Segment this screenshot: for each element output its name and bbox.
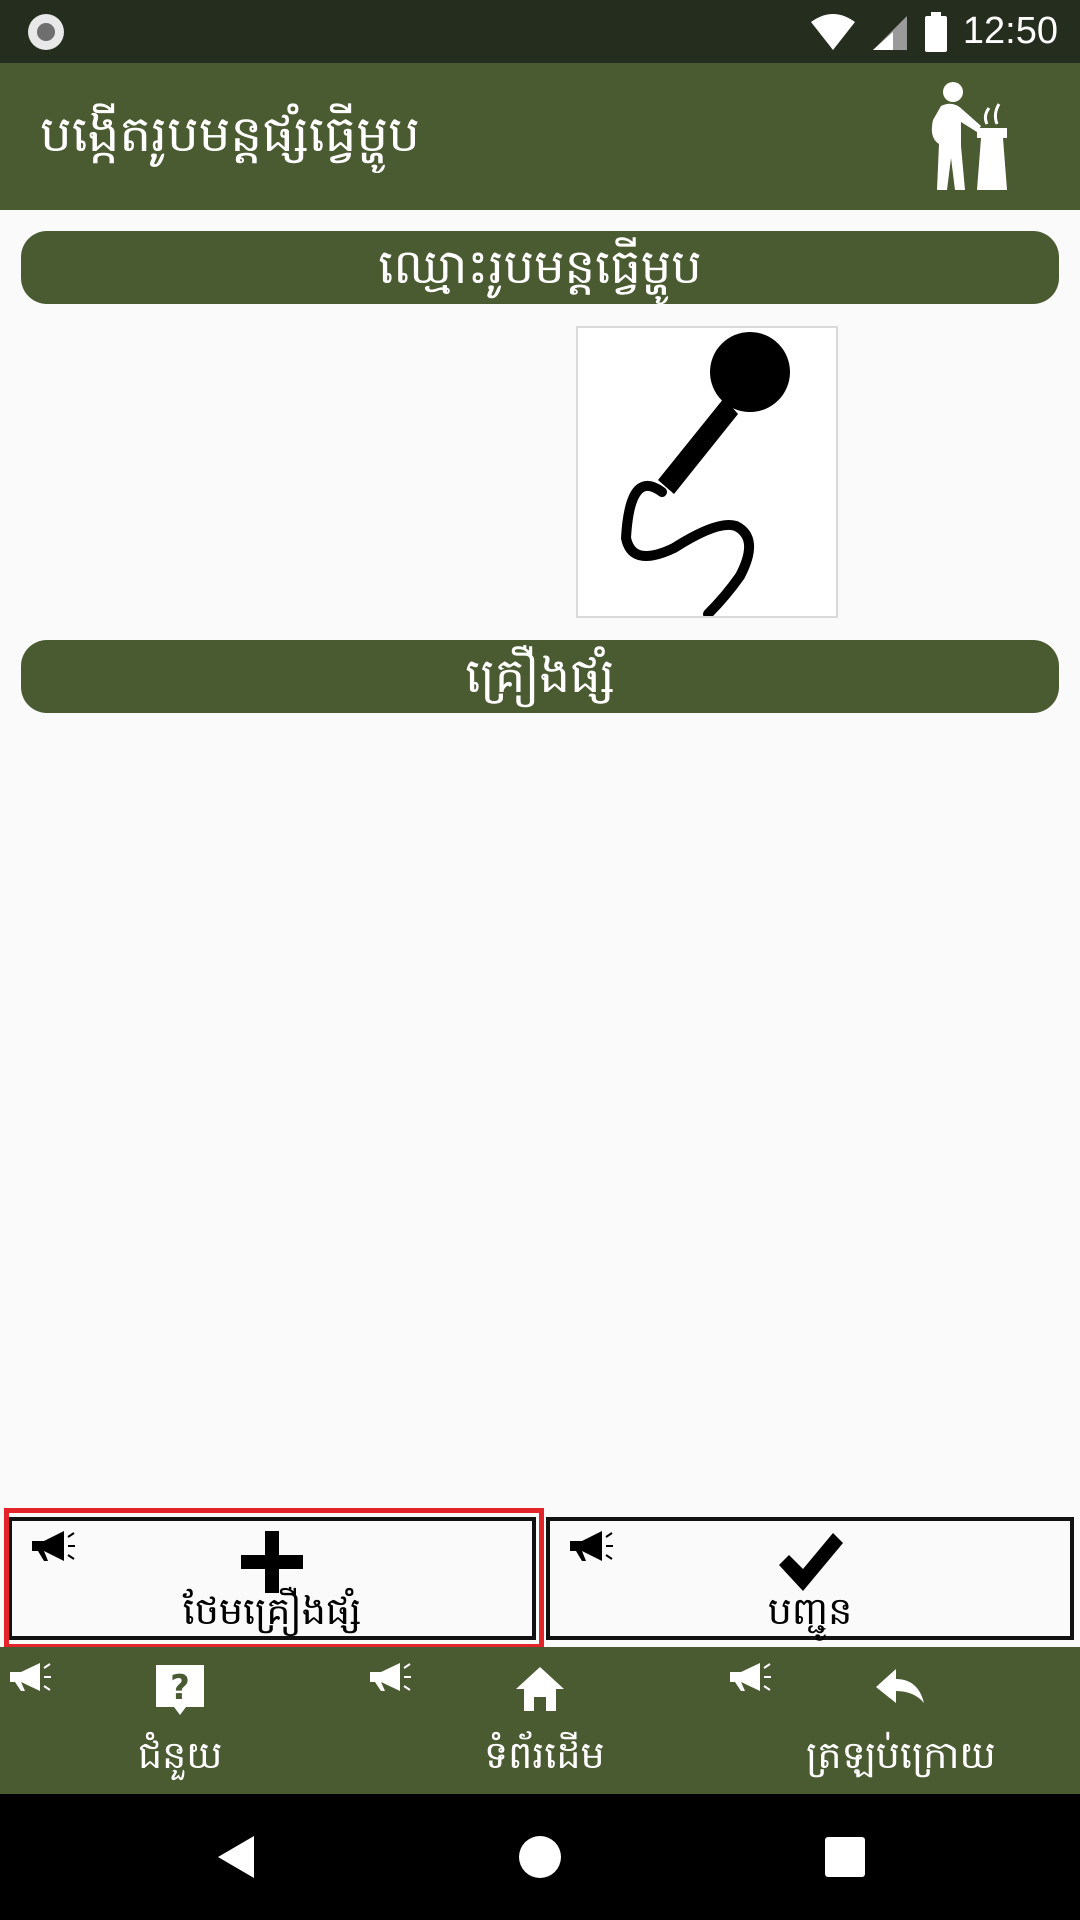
battery-icon xyxy=(924,11,947,52)
notification-icon xyxy=(28,14,64,50)
status-bar: 12:50 xyxy=(0,0,1080,63)
microphone-icon xyxy=(620,332,790,619)
checkmark-icon xyxy=(779,1533,843,1591)
home-icon xyxy=(516,1667,564,1711)
submit-label: បញ្ជូន xyxy=(767,1589,853,1633)
speaker-icon[interactable] xyxy=(8,1661,52,1693)
back-triangle-icon[interactable] xyxy=(214,1834,258,1880)
speaker-icon[interactable] xyxy=(728,1661,772,1693)
status-time: 12:50 xyxy=(962,10,1058,52)
home-circle-icon[interactable] xyxy=(518,1834,562,1880)
app-bar: បង្កើតរូបមន្តផ្សំធ្វើម្ហូប xyxy=(0,63,1080,210)
highlight-box xyxy=(4,1508,544,1649)
nav-home[interactable]: ទំព័រដើម xyxy=(360,1647,720,1794)
cell-signal-icon xyxy=(872,15,907,50)
system-nav-bar xyxy=(0,1794,1080,1920)
chef-cooking-icon xyxy=(931,82,1007,190)
wifi-icon xyxy=(810,13,855,50)
svg-text:?: ? xyxy=(170,1668,190,1708)
nav-back-label: ត្រឡប់ក្រោយ xyxy=(806,1733,996,1777)
help-icon: ? xyxy=(156,1665,204,1715)
speaker-icon[interactable] xyxy=(568,1529,614,1563)
back-icon xyxy=(876,1669,924,1703)
recipe-name-field[interactable]: ឈ្មោះរូបមន្តធ្វើម្ហូប xyxy=(21,231,1059,304)
ingredients-header: គ្រឿងផ្សំ xyxy=(21,640,1059,713)
nav-home-label: ទំព័រដើម xyxy=(484,1733,605,1777)
bottom-nav: ? ជំនួយ ទំព័រដើម ត្រឡប់ក្រោយ xyxy=(0,1647,1080,1794)
page-title: បង្កើតរូបមន្តផ្សំធ្វើម្ហូប xyxy=(40,105,420,163)
recents-square-icon[interactable] xyxy=(824,1836,866,1878)
nav-back[interactable]: ត្រឡប់ក្រោយ xyxy=(720,1647,1080,1794)
ingredients-list xyxy=(0,713,1080,1503)
status-right-group: 12:50 xyxy=(809,0,1058,63)
submit-button[interactable]: បញ្ជូន xyxy=(546,1517,1074,1640)
nav-help[interactable]: ? ជំនួយ xyxy=(0,1647,360,1794)
speaker-icon[interactable] xyxy=(368,1661,412,1693)
recipe-image-button[interactable] xyxy=(576,326,838,619)
nav-help-label: ជំនួយ xyxy=(138,1733,223,1777)
